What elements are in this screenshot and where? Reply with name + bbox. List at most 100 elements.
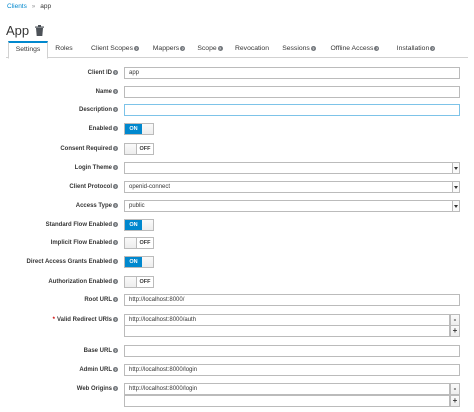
access-type-select[interactable]: public <box>124 200 460 212</box>
name-row: Name? <box>0 86 474 98</box>
admin-url-row: Admin URL? http://localhost:8000/login <box>0 364 474 376</box>
help-icon: ? <box>113 69 118 75</box>
help-icon: ? <box>217 45 223 51</box>
base-url-row: Base URL? <box>0 345 474 357</box>
toggle-knob <box>125 277 137 287</box>
help-icon: ? <box>113 202 118 208</box>
trash-icon[interactable] <box>35 25 45 36</box>
toggle-on-label: ON <box>125 124 142 134</box>
help-icon: ? <box>113 125 118 131</box>
help-icon: ? <box>113 347 118 353</box>
implicit-flow-toggle[interactable]: OFF <box>124 237 154 249</box>
enabled-label: Enabled? <box>88 125 118 132</box>
help-icon: ? <box>374 45 380 51</box>
root-url-field[interactable]: http://localhost:8000/ <box>124 294 460 306</box>
login-theme-row: Login Theme? <box>0 162 474 174</box>
tab-client-scopes[interactable]: Client Scopes? <box>82 41 148 58</box>
root-url-label: Root URL? <box>84 296 118 303</box>
client-protocol-select[interactable]: openid-connect <box>124 181 460 193</box>
consent-required-label: Consent Required? <box>60 145 118 152</box>
help-icon: ? <box>113 239 118 245</box>
breadcrumb-clients-link[interactable]: Clients <box>7 3 27 10</box>
toggle-off-label: OFF <box>139 279 151 285</box>
toggle-knob <box>142 257 153 267</box>
breadcrumb-separator: » <box>31 3 36 10</box>
toggle-on-label: ON <box>125 257 142 267</box>
login-theme-select[interactable] <box>124 162 460 174</box>
new-web-origin-field[interactable] <box>124 395 450 407</box>
help-icon: ? <box>310 45 316 51</box>
tab-bar: Settings Roles Client Scopes? Mappers? S… <box>6 41 468 59</box>
redirect-uris-new-row: + <box>0 325 474 337</box>
web-origin-field[interactable]: http://localhost:8000/login <box>124 383 450 395</box>
tab-revocation[interactable]: Revocation <box>232 41 272 58</box>
consent-required-toggle[interactable]: OFF <box>124 143 154 155</box>
help-icon: ? <box>113 221 118 227</box>
authorization-label: Authorization Enabled? <box>48 278 118 285</box>
help-icon: ? <box>113 296 118 302</box>
client-id-field[interactable]: app <box>124 67 460 79</box>
access-type-row: Access Type? public <box>0 200 474 212</box>
web-origins-label: Web Origins? <box>76 385 118 392</box>
help-icon: ? <box>113 145 118 151</box>
tab-offline-access[interactable]: Offline Access? <box>326 41 384 58</box>
help-icon: ? <box>113 258 118 264</box>
base-url-field[interactable] <box>124 345 460 357</box>
toggle-knob <box>125 238 137 248</box>
help-icon: ? <box>113 316 118 322</box>
remove-web-origin-button[interactable]: - <box>450 383 460 395</box>
tab-label: Client Scopes <box>91 45 133 52</box>
help-icon: ? <box>113 164 118 170</box>
chevron-down-icon <box>452 163 459 173</box>
authorization-toggle[interactable]: OFF <box>124 276 154 288</box>
help-icon: ? <box>113 385 118 391</box>
add-redirect-uri-button[interactable]: + <box>450 325 460 337</box>
name-label: Name? <box>95 88 118 95</box>
chevron-down-icon <box>452 201 459 211</box>
toggle-off-label: OFF <box>139 240 151 246</box>
description-row: Description? <box>0 104 474 116</box>
base-url-label: Base URL? <box>83 347 118 354</box>
tab-label: Mappers <box>152 45 180 52</box>
tab-label: Scope <box>197 45 217 52</box>
tab-settings[interactable]: Settings <box>8 41 48 59</box>
tab-label: Settings <box>15 46 41 53</box>
direct-access-row: Direct Access Grants Enabled? ON <box>0 256 474 268</box>
new-redirect-uri-field[interactable] <box>124 325 450 337</box>
name-field[interactable] <box>124 86 460 98</box>
web-origins-row: Web Origins? http://localhost:8000/login… <box>0 383 474 395</box>
toggle-on-label: ON <box>125 220 142 230</box>
toggle-off-label: OFF <box>139 146 151 152</box>
client-protocol-row: Client Protocol? openid-connect <box>0 181 474 193</box>
toggle-knob <box>142 124 153 134</box>
admin-url-label: Admin URL? <box>79 366 118 373</box>
web-origins-new-row: + <box>0 395 474 407</box>
standard-flow-toggle[interactable]: ON <box>124 219 154 231</box>
help-icon: ? <box>113 183 118 189</box>
direct-access-toggle[interactable]: ON <box>124 256 154 268</box>
add-web-origin-button[interactable]: + <box>450 395 460 407</box>
help-icon: ? <box>113 88 118 94</box>
tab-label: Revocation <box>234 45 269 52</box>
implicit-flow-label: Implicit Flow Enabled? <box>50 239 118 246</box>
standard-flow-label: Standard Flow Enabled? <box>45 221 118 228</box>
toggle-knob <box>125 144 137 154</box>
tab-mappers[interactable]: Mappers? <box>148 41 190 58</box>
description-field[interactable] <box>124 104 460 116</box>
enabled-row: Enabled? ON <box>0 123 474 135</box>
tab-label: Offline Access <box>330 45 374 52</box>
enabled-toggle[interactable]: ON <box>124 123 154 135</box>
tab-sessions[interactable]: Sessions? <box>278 41 320 58</box>
authorization-row: Authorization Enabled? OFF <box>0 276 474 288</box>
description-label: Description? <box>78 106 118 113</box>
toggle-knob <box>142 220 153 230</box>
tab-label: Installation <box>396 45 430 52</box>
tab-roles[interactable]: Roles <box>50 41 78 58</box>
help-icon: ? <box>430 45 436 51</box>
admin-url-field[interactable]: http://localhost:8000/login <box>124 364 460 376</box>
client-protocol-label: Client Protocol? <box>69 183 118 190</box>
tab-scope[interactable]: Scope? <box>194 41 226 58</box>
tab-installation[interactable]: Installation? <box>390 41 442 58</box>
help-icon: ? <box>113 278 118 284</box>
breadcrumb-current: app <box>40 3 52 10</box>
